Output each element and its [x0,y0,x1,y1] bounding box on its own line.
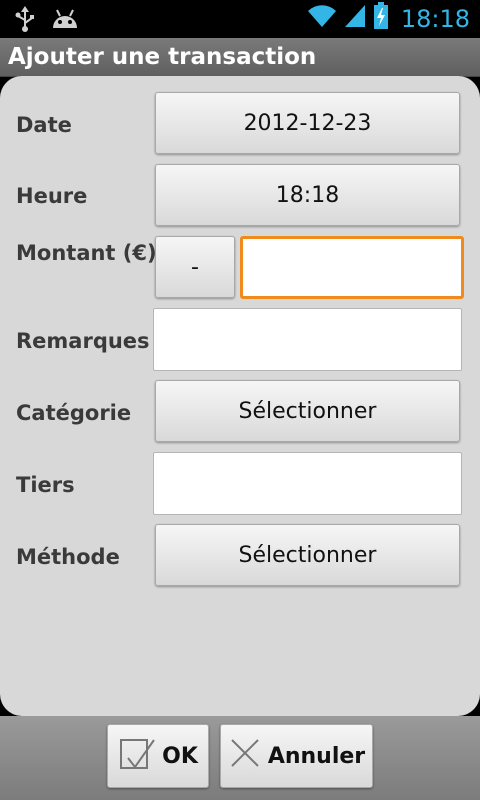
payee-input[interactable] [153,452,462,515]
page-title: Ajouter une transaction [8,44,317,70]
android-icon [50,6,80,37]
sign-toggle-button[interactable]: - [155,236,235,298]
date-label: Date [16,113,72,137]
amount-label: Montant (€) [16,241,157,265]
status-bar: 18:18 [0,0,480,38]
wifi-icon [307,3,337,34]
method-label: Méthode [16,545,120,569]
notes-label: Remarques [16,329,150,353]
usb-icon [14,6,36,37]
battery-charging-icon [373,2,389,35]
method-select-button[interactable]: Sélectionner [155,524,460,586]
checkbox-check-icon [118,734,156,778]
time-label: Heure [16,184,88,208]
status-time: 18:18 [400,4,470,33]
close-icon [228,736,262,776]
signal-icon [343,3,367,34]
amount-input[interactable] [240,236,464,299]
ok-label: OK [162,743,198,769]
action-bar: OK Annuler [0,716,480,800]
ok-button[interactable]: OK [107,724,209,788]
cancel-button[interactable]: Annuler [220,724,373,788]
category-label: Catégorie [16,401,132,425]
category-select-button[interactable]: Sélectionner [155,380,460,442]
date-button[interactable]: 2012-12-23 [155,92,460,154]
cancel-label: Annuler [267,743,366,769]
payee-label: Tiers [16,473,75,497]
notes-input[interactable] [153,308,462,371]
title-bar: Ajouter une transaction [0,38,480,77]
time-button[interactable]: 18:18 [155,164,460,226]
transaction-form: Date 2012-12-23 Heure 18:18 Montant (€) … [0,76,480,716]
